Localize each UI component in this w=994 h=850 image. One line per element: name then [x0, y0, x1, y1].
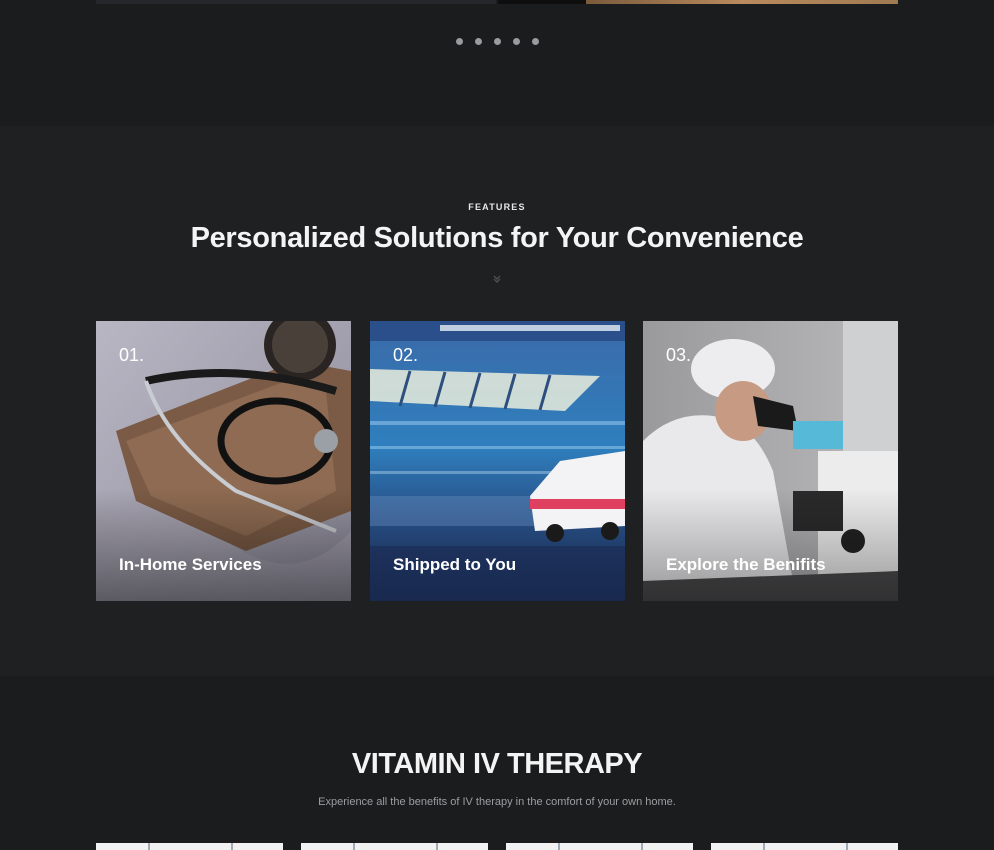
features-eyebrow: FEATURES [468, 202, 526, 212]
feature-cards: 01. In-Home Services 02. Shipped to You … [96, 321, 898, 601]
slider-dot-1[interactable] [455, 38, 463, 45]
slider-dot-2[interactable] [474, 38, 482, 45]
card-title: In-Home Services [119, 555, 262, 574]
slider-section [0, 0, 994, 126]
feature-card-in-home[interactable]: 01. In-Home Services [96, 321, 351, 601]
product-thumb[interactable] [96, 843, 283, 850]
slider-pagination [0, 38, 994, 45]
card-title: Shipped to You [393, 555, 517, 574]
slider-dot-5[interactable] [531, 38, 539, 45]
product-thumb[interactable] [301, 843, 488, 850]
vitamin-section: VITAMIN IV THERAPY Experience all the be… [0, 676, 994, 850]
product-thumbnails [96, 843, 898, 850]
card-number: 01. [119, 345, 145, 365]
card-title: Explore the Benifits [666, 555, 826, 574]
slider-slide-dark [498, 0, 586, 4]
slider-slide-left [96, 0, 496, 4]
slider-slide-image [586, 0, 898, 4]
features-headline: Personalized Solutions for Your Convenie… [190, 222, 804, 254]
slider-dot-4[interactable] [512, 38, 520, 45]
vitamin-title: VITAMIN IV THERAPY [351, 748, 643, 780]
slider-dot-3[interactable] [493, 38, 501, 45]
feature-card-benefits[interactable]: 03. Explore the Benifits [643, 321, 898, 601]
product-thumb[interactable] [711, 843, 898, 850]
card-number: 03. [666, 345, 692, 365]
vitamin-subtitle: Experience all the benefits of IV therap… [318, 796, 676, 808]
features-section: FEATURES Personalized Solutions for Your… [0, 126, 994, 676]
product-thumb[interactable] [506, 843, 693, 850]
card-number: 02. [393, 345, 419, 365]
feature-card-shipped[interactable]: 02. Shipped to You [370, 321, 625, 601]
chevron-down-icon [493, 275, 501, 283]
